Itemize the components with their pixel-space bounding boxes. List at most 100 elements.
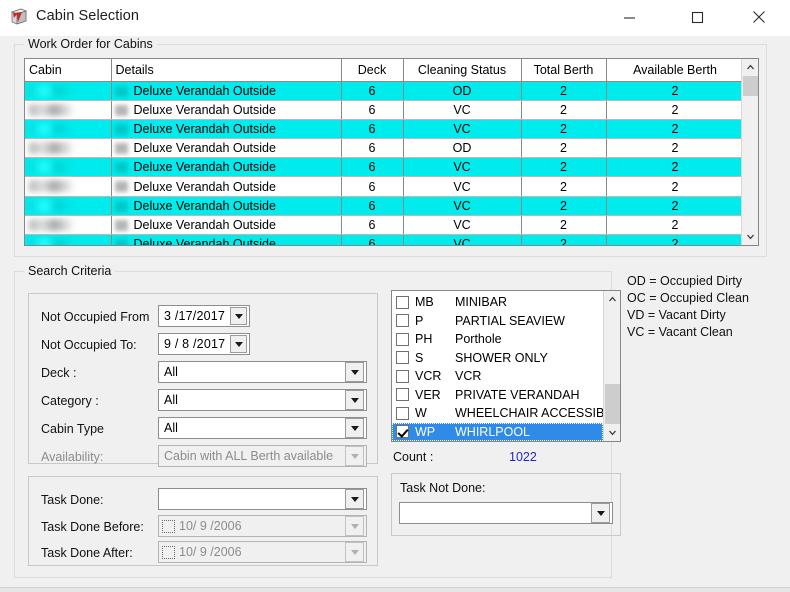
task-done-after-field: 10/ 9 /2006: [158, 541, 367, 563]
grid-vertical-scrollbar[interactable]: [741, 59, 758, 245]
legend-line-oc: OC = Occupied Clean: [627, 291, 749, 305]
task-not-done-select[interactable]: [399, 502, 613, 524]
scroll-down-icon[interactable]: [742, 228, 758, 245]
list-item[interactable]: MB MINIBAR: [392, 293, 603, 312]
grid-scroll-track[interactable]: [742, 76, 758, 228]
amenities-listbox[interactable]: MB MINIBAR P PARTIAL SEAVIEW PH Porthole S SHOW…: [391, 290, 621, 442]
cell-details: Deluxe Verandah Outside: [111, 119, 342, 140]
cell-available-berth: 2: [606, 100, 745, 120]
task-done-box: Task Done: Task Done Before: 10/ 9 /2006…: [28, 476, 378, 566]
cabin-type-dropdown-button[interactable]: [345, 418, 364, 438]
amenity-name: PRIVATE VERANDAH: [455, 387, 580, 402]
redacted-detail-swatch: [114, 162, 128, 174]
list-item[interactable]: VER PRIVATE VERANDAH: [392, 386, 603, 405]
column-header-deck[interactable]: Deck: [341, 59, 404, 82]
scroll-up-icon[interactable]: [742, 59, 758, 76]
task-done-after-value: 10/ 9 /2006: [179, 545, 242, 559]
redacted-cabin-number: [29, 122, 75, 135]
list-item[interactable]: P PARTIAL SEAVIEW: [392, 312, 603, 331]
label-not-occupied-from: Not Occupied From: [41, 310, 150, 324]
cabin-selection-window: Cabin Selection Work Order for Cabins Ca…: [0, 0, 790, 592]
not-occupied-to-dropdown-button[interactable]: [230, 335, 247, 353]
column-header-cabin[interactable]: Cabin: [25, 59, 112, 82]
not-occupied-from-dropdown-button[interactable]: [230, 307, 247, 325]
count-value: 1022: [509, 450, 537, 464]
checkbox-icon[interactable]: [396, 425, 409, 439]
cell-cabin: [25, 138, 112, 159]
table-row[interactable]: Deluxe Verandah Outside 6 VC 2 2: [25, 157, 745, 178]
checkbox-icon[interactable]: [396, 406, 409, 420]
not-occupied-to-field[interactable]: 9 / 8 /2017: [158, 333, 250, 355]
table-row[interactable]: Deluxe Verandah Outside 6 VC 2 2: [25, 215, 745, 236]
checkbox-icon[interactable]: [396, 369, 409, 383]
amenities-scrollbar[interactable]: [603, 291, 620, 441]
table-row[interactable]: Deluxe Verandah Outside 6 VC 2 2: [25, 119, 745, 140]
table-row[interactable]: Deluxe Verandah Outside 6 VC 2 2: [25, 176, 745, 197]
cell-total-berth: 2: [521, 196, 607, 216]
list-item[interactable]: WP WHIRLPOOL: [392, 422, 603, 441]
amenity-code: WP: [415, 424, 436, 439]
title-bar: Cabin Selection: [0, 0, 790, 36]
task-not-done-dropdown-button[interactable]: [591, 503, 610, 523]
task-done-after-checkbox[interactable]: [162, 545, 175, 559]
checkbox-icon[interactable]: [396, 295, 409, 309]
table-row[interactable]: Deluxe Verandah Outside 6 OD 2 2: [25, 81, 745, 101]
cabin-type-value: All: [164, 421, 178, 435]
amenities-scroll-track[interactable]: [604, 308, 620, 424]
task-done-select[interactable]: [158, 488, 367, 510]
list-item[interactable]: PH Porthole: [392, 330, 603, 349]
checkbox-icon[interactable]: [396, 351, 409, 365]
minimize-button[interactable]: [606, 0, 652, 34]
list-item[interactable]: S SHOWER ONLY: [392, 349, 603, 368]
cell-details: Deluxe Verandah Outside: [111, 81, 342, 101]
list-item[interactable]: VCR VCR: [392, 367, 603, 386]
cell-deck: 6: [341, 119, 404, 140]
cell-total-berth: 2: [521, 215, 607, 236]
column-header-available-berth[interactable]: Available Berth: [606, 59, 745, 82]
chevron-down-icon: [350, 453, 359, 459]
close-button[interactable]: [736, 0, 782, 34]
not-occupied-from-field[interactable]: 3 /17/2017: [158, 305, 250, 327]
amenities-scroll-thumb[interactable]: [605, 384, 620, 424]
label-task-done-after: Task Done After:: [41, 546, 133, 560]
column-header-cleaning-status[interactable]: Cleaning Status: [403, 59, 522, 82]
cell-total-berth: 2: [521, 176, 607, 197]
scroll-up-icon[interactable]: [604, 291, 620, 308]
category-select[interactable]: All: [158, 389, 367, 411]
table-row[interactable]: Deluxe Verandah Outside 6 VC 2 2: [25, 100, 745, 120]
deck-select[interactable]: All: [158, 361, 367, 383]
cell-deck: 6: [341, 81, 404, 101]
table-row[interactable]: Deluxe Verandah Outside 6 VC 2 2: [25, 234, 745, 245]
cabins-grid[interactable]: Cabin Details Deck Cleaning Status Total…: [24, 58, 759, 246]
column-header-details[interactable]: Details: [111, 59, 342, 82]
checkbox-icon[interactable]: [396, 314, 409, 328]
table-row[interactable]: Deluxe Verandah Outside 6 VC 2 2: [25, 196, 745, 216]
deck-dropdown-button[interactable]: [345, 362, 364, 382]
cell-cabin: [25, 176, 112, 197]
cell-cabin: [25, 157, 112, 178]
amenity-code: P: [415, 313, 424, 328]
checkbox-icon[interactable]: [396, 332, 409, 346]
cell-total-berth: 2: [521, 119, 607, 140]
task-done-before-checkbox[interactable]: [162, 519, 175, 533]
table-header-row: Cabin Details Deck Cleaning Status Total…: [25, 59, 745, 82]
checkbox-icon[interactable]: [396, 388, 409, 402]
redacted-cabin-number: [29, 218, 75, 231]
task-not-done-box: Task Not Done:: [391, 473, 621, 536]
search-criteria-groupbox: Search Criteria Not Occupied From 3 /17/…: [14, 264, 621, 578]
cell-details: Deluxe Verandah Outside: [111, 176, 342, 197]
list-item[interactable]: W WHEELCHAIR ACCESSIBL: [392, 404, 603, 423]
task-done-dropdown-button[interactable]: [345, 489, 364, 509]
category-dropdown-button[interactable]: [345, 390, 364, 410]
scroll-down-icon[interactable]: [604, 424, 620, 441]
table-row[interactable]: Deluxe Verandah Outside 6 OD 2 2: [25, 138, 745, 159]
column-header-total-berth[interactable]: Total Berth: [521, 59, 607, 82]
maximize-button[interactable]: [674, 0, 720, 34]
grid-scroll-thumb[interactable]: [743, 76, 758, 96]
cabin-type-select[interactable]: All: [158, 417, 367, 439]
availability-dropdown-button: [345, 446, 364, 466]
redacted-detail-swatch: [114, 200, 128, 212]
chevron-down-icon: [234, 313, 243, 319]
cell-available-berth: 2: [606, 138, 745, 159]
redacted-detail-swatch: [114, 219, 128, 231]
